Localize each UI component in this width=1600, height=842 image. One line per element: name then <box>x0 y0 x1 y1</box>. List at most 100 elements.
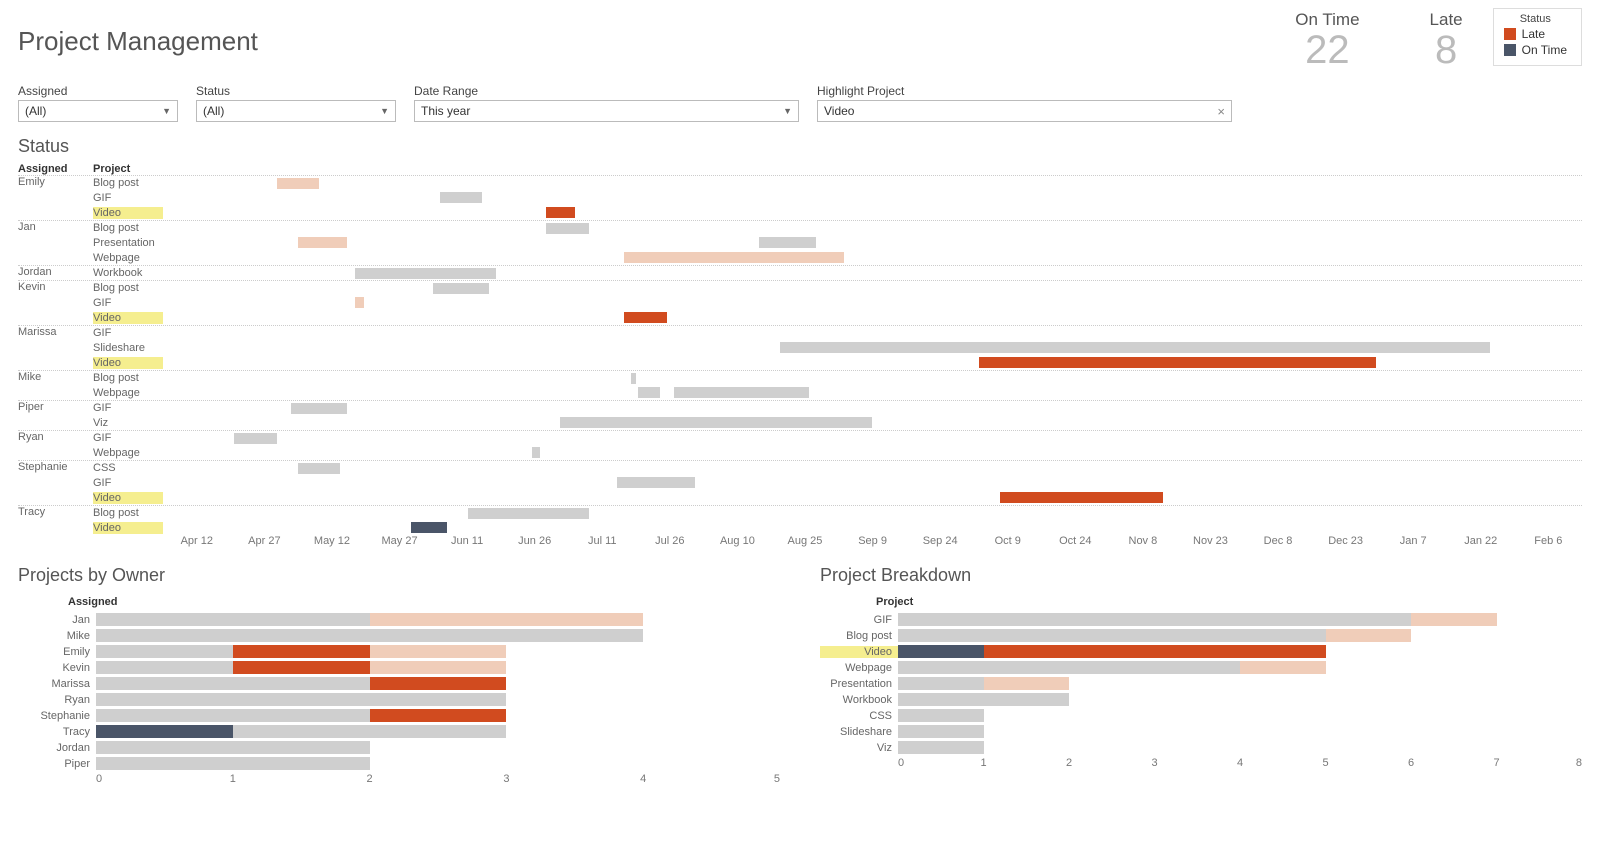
gantt-bar[interactable] <box>674 387 809 398</box>
gantt-bar[interactable] <box>440 192 483 203</box>
gantt-row[interactable]: Video <box>18 490 1582 505</box>
bar-segment[interactable] <box>96 613 370 626</box>
bar-segment[interactable] <box>96 709 370 722</box>
gantt-bar[interactable] <box>624 312 667 323</box>
gantt-row[interactable]: Video <box>18 310 1582 325</box>
gantt-row[interactable]: GIF <box>18 190 1582 205</box>
gantt-row[interactable]: TracyBlog post <box>18 505 1582 520</box>
bar-segment[interactable] <box>96 741 370 754</box>
bar-segment[interactable] <box>370 645 507 658</box>
bar-segment[interactable] <box>370 661 507 674</box>
bar-row[interactable]: Jan <box>18 612 780 627</box>
gantt-bar[interactable] <box>546 223 589 234</box>
bar-row[interactable]: Workbook <box>820 692 1582 707</box>
gantt-row[interactable]: GIF <box>18 475 1582 490</box>
filter-assigned[interactable]: (All) ▼ <box>18 100 178 122</box>
gantt-bar[interactable] <box>234 433 277 444</box>
bar-segment[interactable] <box>96 645 233 658</box>
gantt-bar[interactable] <box>617 477 695 488</box>
bar-segment[interactable] <box>984 645 1326 658</box>
gantt-bar[interactable] <box>780 342 1490 353</box>
bar-segment[interactable] <box>370 613 644 626</box>
gantt-row[interactable]: PiperGIF <box>18 400 1582 415</box>
bar-row[interactable]: Presentation <box>820 676 1582 691</box>
bar-segment[interactable] <box>96 693 506 706</box>
gantt-row[interactable]: RyanGIF <box>18 430 1582 445</box>
bar-segment[interactable] <box>898 629 1326 642</box>
bar-row[interactable]: Webpage <box>820 660 1582 675</box>
clear-icon[interactable]: × <box>1217 104 1225 119</box>
gantt-row[interactable]: JanBlog post <box>18 220 1582 235</box>
bar-segment[interactable] <box>898 693 1069 706</box>
gantt-row[interactable]: KevinBlog post <box>18 280 1582 295</box>
bar-row[interactable]: Emily <box>18 644 780 659</box>
gantt-row[interactable]: Slideshare <box>18 340 1582 355</box>
bar-segment[interactable] <box>96 677 370 690</box>
bar-segment[interactable] <box>898 661 1240 674</box>
bar-segment[interactable] <box>96 725 233 738</box>
bar-segment[interactable] <box>898 741 984 754</box>
bar-segment[interactable] <box>96 757 370 770</box>
gantt-bar[interactable] <box>298 463 341 474</box>
bar-row[interactable]: Video <box>820 644 1582 659</box>
bar-segment[interactable] <box>370 677 507 690</box>
bar-segment[interactable] <box>370 709 507 722</box>
bar-segment[interactable] <box>96 661 233 674</box>
bar-segment[interactable] <box>984 677 1070 690</box>
bar-segment[interactable] <box>898 725 984 738</box>
gantt-bar[interactable] <box>1000 492 1163 503</box>
gantt-row[interactable]: Webpage <box>18 250 1582 265</box>
filter-date[interactable]: This year ▼ <box>414 100 799 122</box>
gantt-bar[interactable] <box>355 268 497 279</box>
bar-row[interactable]: Stephanie <box>18 708 780 723</box>
filter-status[interactable]: (All) ▼ <box>196 100 396 122</box>
bar-row[interactable]: Mike <box>18 628 780 643</box>
gantt-bar[interactable] <box>560 417 872 428</box>
gantt-bar[interactable] <box>291 403 348 414</box>
bar-segment[interactable] <box>96 629 643 642</box>
gantt-row[interactable]: Viz <box>18 415 1582 430</box>
gantt-bar[interactable] <box>298 237 348 248</box>
legend-item[interactable]: Late <box>1504 27 1567 41</box>
filter-highlight[interactable]: Video × <box>817 100 1232 122</box>
bar-segment[interactable] <box>233 661 370 674</box>
gantt-row[interactable]: Presentation <box>18 235 1582 250</box>
bar-segment[interactable] <box>1240 661 1326 674</box>
bar-row[interactable]: Viz <box>820 740 1582 755</box>
bar-row[interactable]: GIF <box>820 612 1582 627</box>
gantt-bar[interactable] <box>624 252 844 263</box>
gantt-row[interactable]: EmilyBlog post <box>18 175 1582 190</box>
bar-row[interactable]: Blog post <box>820 628 1582 643</box>
gantt-bar[interactable] <box>546 207 574 218</box>
bar-row[interactable]: Piper <box>18 756 780 771</box>
bar-segment[interactable] <box>1411 613 1497 626</box>
gantt-row[interactable]: MikeBlog post <box>18 370 1582 385</box>
bar-row[interactable]: CSS <box>820 708 1582 723</box>
bar-row[interactable]: Tracy <box>18 724 780 739</box>
gantt-row[interactable]: Webpage <box>18 445 1582 460</box>
bar-row[interactable]: Slideshare <box>820 724 1582 739</box>
bar-segment[interactable] <box>898 709 984 722</box>
gantt-bar[interactable] <box>759 237 816 248</box>
gantt-row[interactable]: GIF <box>18 295 1582 310</box>
gantt-bar[interactable] <box>532 447 541 458</box>
gantt-row[interactable]: Video <box>18 205 1582 220</box>
bar-segment[interactable] <box>1326 629 1412 642</box>
legend-item[interactable]: On Time <box>1504 43 1567 57</box>
gantt-bar[interactable] <box>468 508 589 519</box>
bar-segment[interactable] <box>898 677 984 690</box>
gantt-bar[interactable] <box>411 522 446 533</box>
gantt-bar[interactable] <box>638 387 659 398</box>
bar-segment[interactable] <box>233 645 370 658</box>
gantt-bar[interactable] <box>433 283 490 294</box>
bar-segment[interactable] <box>898 645 984 658</box>
bar-segment[interactable] <box>233 725 507 738</box>
gantt-row[interactable]: Video <box>18 355 1582 370</box>
gantt-bar[interactable] <box>277 178 320 189</box>
gantt-row[interactable]: JordanWorkbook <box>18 265 1582 280</box>
gantt-row[interactable]: MarissaGIF <box>18 325 1582 340</box>
bar-segment[interactable] <box>898 613 1411 626</box>
gantt-bar[interactable] <box>631 373 635 384</box>
bar-row[interactable]: Marissa <box>18 676 780 691</box>
bar-row[interactable]: Ryan <box>18 692 780 707</box>
